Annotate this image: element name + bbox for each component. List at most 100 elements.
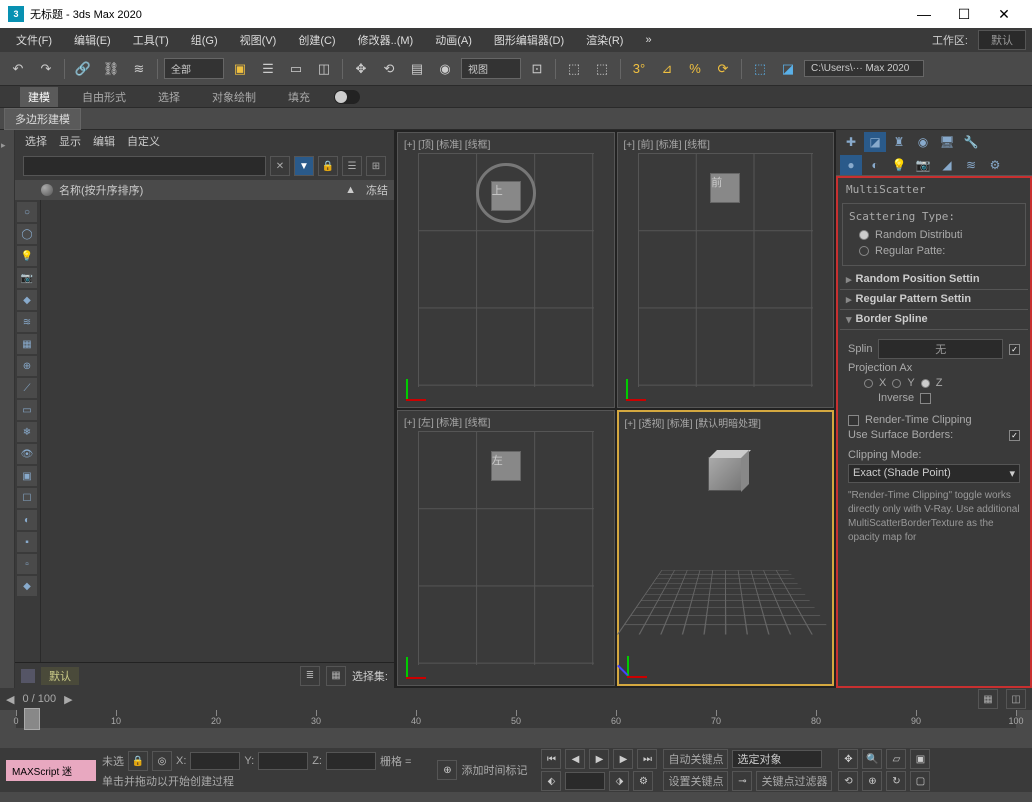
autokey-button[interactable]: 自动关键点: [663, 749, 728, 769]
workspace-dropdown[interactable]: 默认: [978, 30, 1026, 50]
ribbon-selection[interactable]: 选择: [150, 87, 188, 107]
vp-top-label[interactable]: [+] [顶] [标准] [线框]: [404, 136, 490, 151]
all-icon[interactable]: ▣: [17, 466, 37, 486]
col-name[interactable]: 名称(按升序排序): [59, 182, 345, 198]
prev-icon[interactable]: ◀: [6, 693, 14, 706]
space-subtab[interactable]: ≋: [960, 155, 982, 175]
random-dist-radio[interactable]: Random Distributi: [849, 227, 1019, 243]
move-button[interactable]: ✥: [349, 57, 373, 81]
scene-menu-select[interactable]: 选择: [25, 133, 47, 149]
timetag-icon[interactable]: ⊕: [437, 760, 457, 780]
scene-menu-display[interactable]: 显示: [59, 133, 81, 149]
surfborder-check[interactable]: [1009, 430, 1020, 441]
viewport-left[interactable]: [+] [左] [标准] [线框] 左: [397, 410, 615, 686]
close-button[interactable]: ✕: [984, 0, 1024, 28]
misc1-icon[interactable]: ▪: [17, 532, 37, 552]
menu-modifiers[interactable]: 修改器..(M): [348, 29, 424, 51]
geom-subtab[interactable]: ●: [840, 155, 862, 175]
setkey-button[interactable]: 设置关键点: [663, 771, 728, 791]
clipmode-dropdown[interactable]: Exact (Shade Point)▾: [848, 464, 1020, 483]
rotate-button[interactable]: ⟲: [377, 57, 401, 81]
regular-pattern-radio[interactable]: Regular Patte:: [849, 243, 1019, 259]
layers-icon[interactable]: ≣: [300, 666, 320, 686]
proj-z-radio[interactable]: [921, 379, 930, 388]
scene-search-input[interactable]: [23, 156, 266, 176]
space-icon[interactable]: ≋: [17, 312, 37, 332]
keymode-button[interactable]: ⬚: [590, 57, 614, 81]
viewcube-left[interactable]: 左: [491, 451, 521, 481]
undo-button[interactable]: ↶: [6, 57, 30, 81]
refcoord-dropdown[interactable]: 视图: [461, 58, 521, 79]
timeline-handle[interactable]: [24, 708, 40, 730]
leftbar-arrow-icon[interactable]: ▸: [1, 140, 13, 152]
search-clear-button[interactable]: ✕: [270, 156, 290, 176]
zoom-icon[interactable]: 🔍: [862, 749, 882, 769]
col-freeze[interactable]: 冻结: [366, 182, 388, 198]
maxvp-icon[interactable]: ▢: [910, 771, 930, 791]
filter-button[interactable]: ▼: [294, 156, 314, 176]
path-display[interactable]: C:\Users\··· Max 2020: [804, 60, 924, 77]
frame-input[interactable]: [565, 772, 605, 790]
select-name-button[interactable]: ☰: [256, 57, 280, 81]
sys-subtab[interactable]: ⚙: [984, 155, 1006, 175]
z-input[interactable]: [326, 752, 376, 770]
link-button[interactable]: 🔗: [71, 57, 95, 81]
invert-icon[interactable]: ◐: [17, 510, 37, 530]
vp-layout1[interactable]: ▦: [978, 689, 998, 709]
pivot-button[interactable]: ⊡: [525, 57, 549, 81]
inverse-check[interactable]: [920, 393, 931, 404]
vp-layout2[interactable]: ◫: [1006, 689, 1026, 709]
random-pos-rollout[interactable]: ▸Random Position Settin: [840, 270, 1028, 290]
camera-icon[interactable]: 📷: [17, 268, 37, 288]
play-icon[interactable]: ▶: [589, 749, 609, 769]
menu-graph[interactable]: 图形编辑器(D): [484, 29, 574, 51]
proj-x-radio[interactable]: [864, 379, 873, 388]
key-next-icon[interactable]: ⬗: [609, 771, 629, 791]
select-object-button[interactable]: ▣: [228, 57, 252, 81]
none-icon[interactable]: ☐: [17, 488, 37, 508]
viewport-perspective[interactable]: [+] [透视] [标准] [默认明暗处理]: [617, 410, 835, 686]
vp-front-label[interactable]: [+] [前] [标准] [线框]: [624, 136, 710, 151]
misc3-icon[interactable]: ◆: [17, 576, 37, 596]
bone-icon[interactable]: ⟋: [17, 378, 37, 398]
scene-menu-custom[interactable]: 自定义: [127, 133, 160, 149]
key-prev-icon[interactable]: ⬖: [541, 771, 561, 791]
viewport-front[interactable]: [+] [前] [标准] [线框] 前: [617, 132, 835, 408]
utilities-tab[interactable]: 🔧: [960, 132, 982, 152]
dolly-icon[interactable]: ⊕: [862, 771, 882, 791]
keyfilter-button[interactable]: 关键点过滤器: [756, 771, 832, 791]
redo-button[interactable]: ↷: [34, 57, 58, 81]
placement-button[interactable]: ◉: [433, 57, 457, 81]
addtime-label[interactable]: 添加时间标记: [461, 762, 527, 778]
tree-icon[interactable]: ⊞: [366, 156, 386, 176]
cam-subtab[interactable]: 📷: [912, 155, 934, 175]
scene-menu-edit[interactable]: 编辑: [93, 133, 115, 149]
vp-left-label[interactable]: [+] [左] [标准] [线框]: [404, 414, 490, 429]
lock-sel-icon[interactable]: 🔒: [128, 751, 148, 771]
y-input[interactable]: [258, 752, 308, 770]
unlink-button[interactable]: ⛓: [99, 57, 123, 81]
light-icon[interactable]: 💡: [17, 246, 37, 266]
goto-end-icon[interactable]: ⏭: [637, 749, 657, 769]
menu-views[interactable]: 视图(V): [230, 29, 287, 51]
ribbon-objpaint[interactable]: 对象绘制: [204, 87, 264, 107]
sort-icon[interactable]: ▲: [345, 184, 356, 196]
menu-more[interactable]: »: [635, 31, 661, 49]
minimize-button[interactable]: —: [904, 0, 944, 28]
shape-icon[interactable]: ◯: [17, 224, 37, 244]
filter-dropdown[interactable]: 全部: [164, 58, 224, 79]
helper-icon[interactable]: ◆: [17, 290, 37, 310]
display-tab[interactable]: 🖥: [936, 132, 958, 152]
rtclip-check[interactable]: [848, 415, 859, 426]
menu-animation[interactable]: 动画(A): [425, 29, 482, 51]
timeline[interactable]: 0102030405060708090100: [0, 710, 1032, 748]
manip-button[interactable]: ⬚: [562, 57, 586, 81]
list-icon[interactable]: ☰: [342, 156, 362, 176]
lock-icon[interactable]: 🔒: [318, 156, 338, 176]
menu-create[interactable]: 创建(C): [288, 29, 345, 51]
named-sel-button[interactable]: ⬚: [748, 57, 772, 81]
spinnersnap-button[interactable]: ⟳: [711, 57, 735, 81]
next-icon[interactable]: ▶: [64, 693, 72, 706]
vp-persp-label[interactable]: [+] [透视] [标准] [默认明暗处理]: [625, 415, 761, 430]
proj-y-radio[interactable]: [892, 379, 901, 388]
